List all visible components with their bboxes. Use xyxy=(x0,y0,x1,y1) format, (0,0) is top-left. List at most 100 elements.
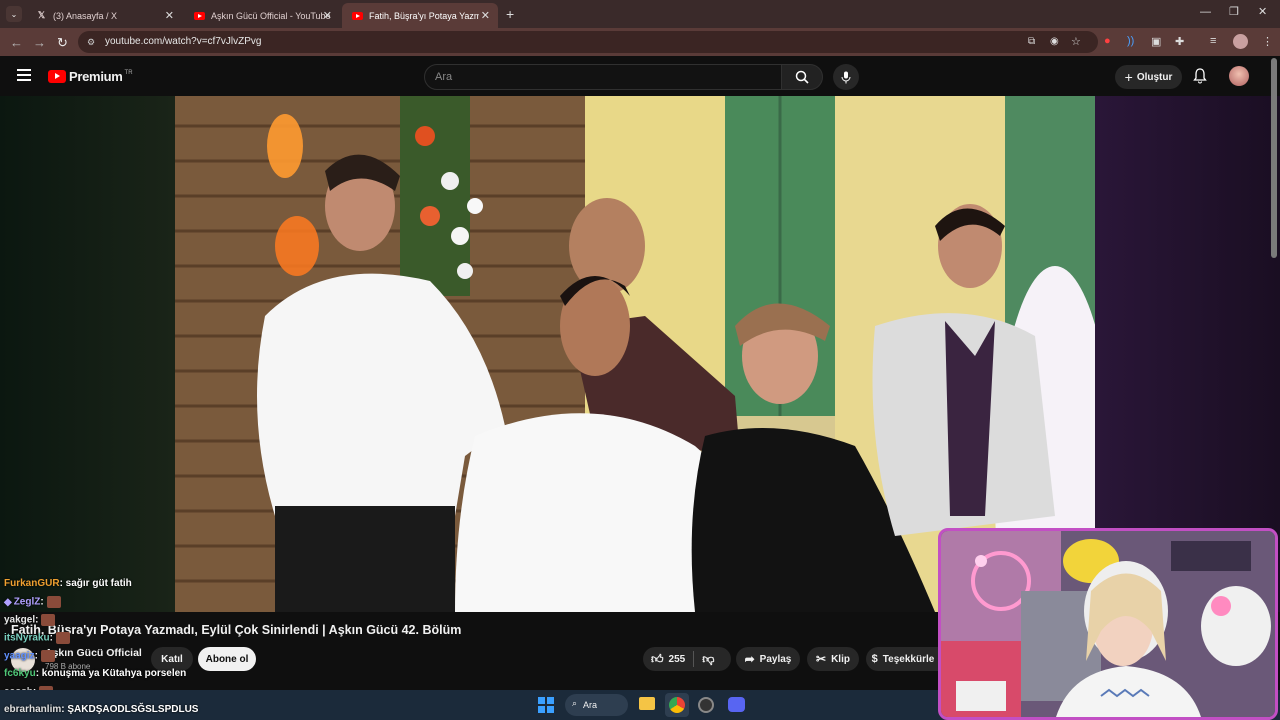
clip-label: Klip xyxy=(831,653,850,665)
share-arrow-icon: ➦ xyxy=(744,652,755,666)
plus-icon: + xyxy=(1124,69,1133,85)
create-button[interactable]: + Oluştur xyxy=(1115,65,1182,89)
streamer-webcam xyxy=(938,528,1278,720)
badge-icon: ◆ xyxy=(4,596,12,608)
hide-eye-icon[interactable]: ◉ xyxy=(1050,31,1059,53)
subscribe-button[interactable]: Abone ol xyxy=(198,647,256,671)
extension-red-icon[interactable]: ● xyxy=(1104,35,1111,47)
reload-icon[interactable]: ↻ xyxy=(57,35,68,51)
tab-current-video[interactable]: Fatih, Büşra'yı Potaya Yazmadı, ✕ xyxy=(342,3,498,28)
chat-text: : konuşma ya Kütahya porselen xyxy=(35,668,187,679)
taskbar-search-label: Ara xyxy=(583,700,598,710)
browser-tab-bar: ⌄ 𝕏 (3) Anasayfa / X ✕ Aşkın Gücü Offici… xyxy=(0,0,1280,28)
chat-text: : xyxy=(35,614,39,626)
search-button[interactable] xyxy=(781,64,823,90)
youtube-logo-icon xyxy=(48,70,66,83)
emote-icon xyxy=(41,614,56,626)
taskbar-search[interactable]: ⌕ Ara xyxy=(565,694,628,716)
chat-message: yaagiz: xyxy=(4,650,55,662)
obs-icon[interactable] xyxy=(698,697,714,713)
search-placeholder: Ara xyxy=(435,71,453,83)
tab-search-button[interactable]: ⌄ xyxy=(6,6,22,22)
notifications-bell-icon[interactable] xyxy=(1193,68,1207,89)
chat-user: yaagiz xyxy=(4,650,35,662)
super-thanks-icon: $ xyxy=(871,653,878,665)
microphone-icon xyxy=(841,71,851,83)
emote-icon xyxy=(55,632,70,644)
extensions-puzzle-icon[interactable]: ✚ xyxy=(1175,35,1184,48)
browser-menu-icon[interactable]: ⋮ xyxy=(1262,35,1273,48)
chat-user: FurkanGUR xyxy=(4,578,60,589)
chat-user: fc6kyu xyxy=(4,668,36,679)
chat-text: : ŞAKDŞAODLSĞSLSPDLUS xyxy=(61,704,199,715)
discord-icon[interactable] xyxy=(728,697,745,712)
back-arrow-icon[interactable]: ← xyxy=(10,35,23,50)
close-icon[interactable]: ✕ xyxy=(481,9,490,22)
url-text: youtube.com/watch?v=cf7vJlvZPvg xyxy=(105,36,262,47)
chat-user: yakgel xyxy=(4,614,36,626)
chrome-icon xyxy=(669,697,685,713)
minimize-button[interactable]: — xyxy=(1200,6,1211,18)
restore-button[interactable]: ❐ xyxy=(1229,5,1239,18)
search-icon xyxy=(795,70,809,84)
chat-text: : xyxy=(34,650,38,662)
join-label: Katıl xyxy=(161,653,183,665)
search-input[interactable]: Ara xyxy=(424,64,782,90)
clip-button[interactable]: ✂ Klip xyxy=(807,647,859,671)
like-dislike-group: 👍︎ 255 👎︎ xyxy=(643,647,731,671)
create-label: Oluştur xyxy=(1136,71,1173,83)
region-code: TR xyxy=(124,69,133,76)
youtube-header: Premium TR Ara + Oluştur xyxy=(0,56,1280,96)
chat-message: ◆ ZeglZ: xyxy=(4,596,61,608)
windows-start-icon[interactable] xyxy=(538,697,554,713)
tab-label: Fatih, Büşra'yı Potaya Yazmadı, xyxy=(369,10,479,21)
chat-user: itsNyraku xyxy=(4,632,50,644)
x-logo-icon: 𝕏 xyxy=(37,10,46,20)
webcam-feed xyxy=(941,531,1275,717)
channel-name[interactable]: Aşkın Gücü Official xyxy=(45,647,142,659)
chat-text: : xyxy=(49,632,53,644)
thanks-button[interactable]: $ Teşekkürle xyxy=(866,647,940,671)
chat-message: FurkanGUR: sağır güt fatih xyxy=(4,578,132,589)
chat-message: fc6kyu: konuşma ya Kütahya porselen xyxy=(4,668,186,679)
address-bar-row: ← → ↻ ⚙ youtube.com/watch?v=cf7vJlvZPvg … xyxy=(0,28,1280,56)
new-tab-button[interactable]: + xyxy=(506,6,514,22)
video-title: Fatih, Büşra'yı Potaya Yazmadı, Eylül Ço… xyxy=(11,623,462,637)
install-app-icon[interactable]: ⧉ xyxy=(1028,31,1035,53)
close-icon[interactable]: ✕ xyxy=(165,9,174,22)
like-count[interactable]: 255 xyxy=(669,654,686,665)
media-control-icon[interactable]: ≡ xyxy=(1210,35,1216,47)
page-scrollbar[interactable] xyxy=(1271,58,1277,258)
site-info-icon[interactable]: ⚙ xyxy=(87,31,95,53)
share-button[interactable]: ➦ Paylaş xyxy=(736,647,800,671)
subscribe-label: Abone ol xyxy=(205,653,249,665)
search-icon: ⌕ xyxy=(572,698,578,708)
forward-arrow-icon[interactable]: → xyxy=(33,35,46,50)
thumbs-down-icon[interactable]: 👎︎ xyxy=(702,652,714,667)
extension-shield-icon[interactable]: ▣ xyxy=(1151,35,1161,48)
chrome-taskbar-item[interactable] xyxy=(665,693,689,717)
url-field[interactable]: ⚙ youtube.com/watch?v=cf7vJlvZPvg ⧉ ◉ ☆ xyxy=(78,31,1098,53)
divider xyxy=(693,651,695,667)
close-icon[interactable]: ✕ xyxy=(323,9,332,22)
close-window-button[interactable]: ✕ xyxy=(1258,5,1267,18)
extension-wave-icon[interactable]: )) xyxy=(1127,35,1134,47)
emote-icon xyxy=(40,650,55,662)
youtube-premium-logo[interactable]: Premium TR xyxy=(48,69,133,84)
profile-avatar[interactable] xyxy=(1233,34,1248,49)
file-explorer-icon[interactable] xyxy=(639,697,655,710)
scissors-icon: ✂ xyxy=(816,652,827,666)
tab-askin-gucu-channel[interactable]: Aşkın Gücü Official - YouTube ✕ xyxy=(184,3,340,28)
tab-x[interactable]: 𝕏 (3) Anasayfa / X ✕ xyxy=(26,3,182,28)
youtube-icon xyxy=(352,10,363,21)
chat-text: : sağır güt fatih xyxy=(59,578,132,589)
chat-user: ebrarhanlim xyxy=(4,704,62,715)
bookmark-star-icon[interactable]: ☆ xyxy=(1071,31,1081,53)
thumbs-up-icon[interactable]: 👍︎ xyxy=(651,652,664,667)
user-avatar[interactable] xyxy=(1229,66,1249,86)
menu-hamburger-icon[interactable] xyxy=(17,69,31,81)
chat-user: ZeglZ xyxy=(13,596,41,608)
chat-text: : xyxy=(40,596,44,608)
voice-search-button[interactable] xyxy=(833,64,859,90)
emote-icon xyxy=(46,596,61,608)
